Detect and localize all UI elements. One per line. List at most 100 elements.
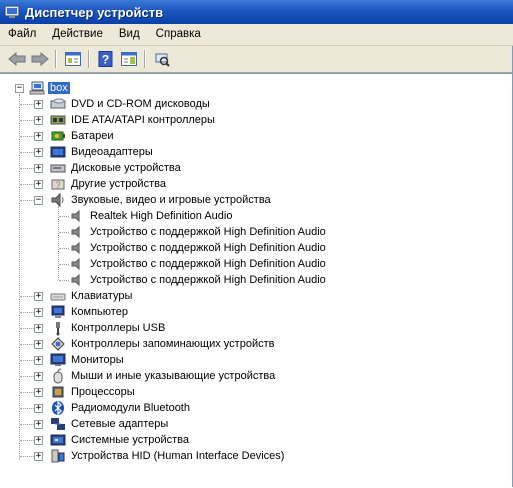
tree-category[interactable]: Устройства HID (Human Interface Devices) (50, 448, 286, 464)
speaker-icon (71, 225, 80, 239)
tree-category[interactable]: Звуковые, видео и игровые устройства (50, 192, 273, 208)
tree-category[interactable]: Сетевые адаптеры (50, 416, 170, 432)
tree-root-label: box (48, 82, 70, 94)
category-expand-toggle[interactable]: + (34, 452, 43, 461)
category-expand-toggle[interactable]: + (34, 116, 43, 125)
category-expand-toggle[interactable]: + (34, 436, 43, 445)
tree-category[interactable]: Батареи (50, 128, 116, 144)
tree-category[interactable]: Системные устройства (50, 432, 191, 448)
storage-controller-icon (51, 337, 65, 351)
category-expand-toggle[interactable]: + (34, 180, 43, 189)
network-adapter-icon (51, 418, 65, 430)
tree-category-label: Радиомодули Bluetooth (71, 402, 190, 414)
forward-button[interactable] (29, 48, 51, 70)
svg-text:?: ? (102, 53, 109, 67)
menu-help[interactable]: Справка (148, 24, 209, 45)
scan-hardware-button[interactable] (151, 48, 173, 70)
usb-icon (56, 322, 60, 336)
category-expand-toggle[interactable]: + (34, 100, 43, 109)
back-button[interactable] (6, 48, 28, 70)
tree-line (20, 312, 34, 314)
tree-root[interactable]: box (29, 80, 70, 96)
tree-category-label: Процессоры (71, 386, 135, 398)
tree-line (20, 440, 34, 442)
tree-line (20, 424, 34, 426)
computer-icon (51, 305, 65, 318)
category-expand-toggle[interactable]: + (34, 404, 43, 413)
tree-device-label: Устройство с поддержкой High Definition … (90, 226, 326, 238)
tree-category[interactable]: Клавиатуры (50, 288, 134, 304)
tree-line (20, 104, 34, 106)
tree-category[interactable]: DVD и CD-ROM дисководы (50, 96, 212, 112)
tree-category-label: Контроллеры USB (71, 322, 166, 334)
category-collapse-toggle[interactable]: − (34, 196, 43, 205)
tree-category[interactable]: Контроллеры USB (50, 320, 167, 336)
category-expand-toggle[interactable]: + (34, 292, 43, 301)
view-button[interactable] (118, 48, 140, 70)
tree-category[interactable]: Мониторы (50, 352, 126, 368)
ide-controller-icon (50, 115, 66, 125)
keyboard-icon (50, 293, 66, 301)
tree-category[interactable]: ? Другие устройства (50, 176, 168, 192)
tree-line (20, 200, 34, 202)
bluetooth-icon (52, 400, 64, 416)
tree-line (59, 248, 69, 250)
category-expand-toggle[interactable]: + (34, 164, 43, 173)
help-icon: ? (98, 51, 113, 67)
system-devices-icon (50, 434, 66, 446)
tree-category[interactable]: Дисковые устройства (50, 160, 183, 176)
category-expand-toggle[interactable]: + (34, 340, 43, 349)
root-collapse-toggle[interactable]: − (15, 84, 24, 93)
menu-file[interactable]: Файл (0, 24, 44, 45)
tree-category[interactable]: Процессоры (50, 384, 137, 400)
category-expand-toggle[interactable]: + (34, 132, 43, 141)
properties-icon (65, 52, 81, 66)
menu-action[interactable]: Действие (44, 24, 111, 45)
category-expand-toggle[interactable]: + (34, 372, 43, 381)
tree-device[interactable]: Устройство с поддержкой High Definition … (69, 240, 328, 256)
tree-device[interactable]: Устройство с поддержкой High Definition … (69, 256, 328, 272)
category-expand-toggle[interactable]: + (34, 308, 43, 317)
tree-line (20, 120, 34, 122)
tree-device[interactable]: Устройство с поддержкой High Definition … (69, 272, 328, 288)
speaker-icon (71, 257, 80, 271)
category-expand-toggle[interactable]: + (34, 388, 43, 397)
tree-line (20, 376, 34, 378)
category-expand-toggle[interactable]: + (34, 148, 43, 157)
device-tree[interactable]: − box + DVD и CD-ROM дисководы + IDE ATA/AT… (0, 73, 513, 488)
tree-category-label: Контроллеры запоминающих устройств (71, 338, 275, 350)
computer-root-icon (29, 81, 45, 95)
tree-line (59, 232, 69, 234)
tree-line (59, 264, 69, 266)
tree-category[interactable]: Контроллеры запоминающих устройств (50, 336, 276, 352)
tree-device-label: Устройство с поддержкой High Definition … (90, 242, 326, 254)
tree-device[interactable]: Устройство с поддержкой High Definition … (69, 224, 328, 240)
tree-category-label: Мониторы (71, 354, 124, 366)
menu-view[interactable]: Вид (111, 24, 148, 45)
tree-category-label: Мыши и иные указывающие устройства (71, 370, 276, 382)
tree-line (20, 456, 34, 458)
speaker-icon (71, 209, 80, 223)
tree-category[interactable]: Мыши и иные указывающие устройства (50, 368, 277, 384)
category-expand-toggle[interactable]: + (34, 356, 43, 365)
tree-line (59, 216, 69, 218)
tree-device[interactable]: Realtek High Definition Audio (69, 208, 234, 224)
tree-category-label: Сетевые адаптеры (71, 418, 169, 430)
category-expand-toggle[interactable]: + (34, 324, 43, 333)
properties-button[interactable] (62, 48, 84, 70)
tree-category[interactable]: Видеоадаптеры (50, 144, 155, 160)
toolbar: ? (0, 46, 513, 73)
dvd-drive-icon (50, 98, 66, 109)
tree-category[interactable]: Радиомодули Bluetooth (50, 400, 192, 416)
title-bar: Диспетчер устройств (0, 0, 513, 24)
category-expand-toggle[interactable]: + (34, 420, 43, 429)
menu-bar: Файл Действие Вид Справка (0, 24, 513, 46)
tree-line (20, 296, 34, 298)
help-button[interactable]: ? (95, 48, 117, 70)
toolbar-separator (55, 50, 57, 68)
tree-line (20, 392, 34, 394)
tree-category[interactable]: IDE ATA/ATAPI контроллеры (50, 112, 217, 128)
hid-icon (51, 449, 65, 463)
tree-category[interactable]: Компьютер (50, 304, 130, 320)
tree-line (20, 360, 34, 362)
